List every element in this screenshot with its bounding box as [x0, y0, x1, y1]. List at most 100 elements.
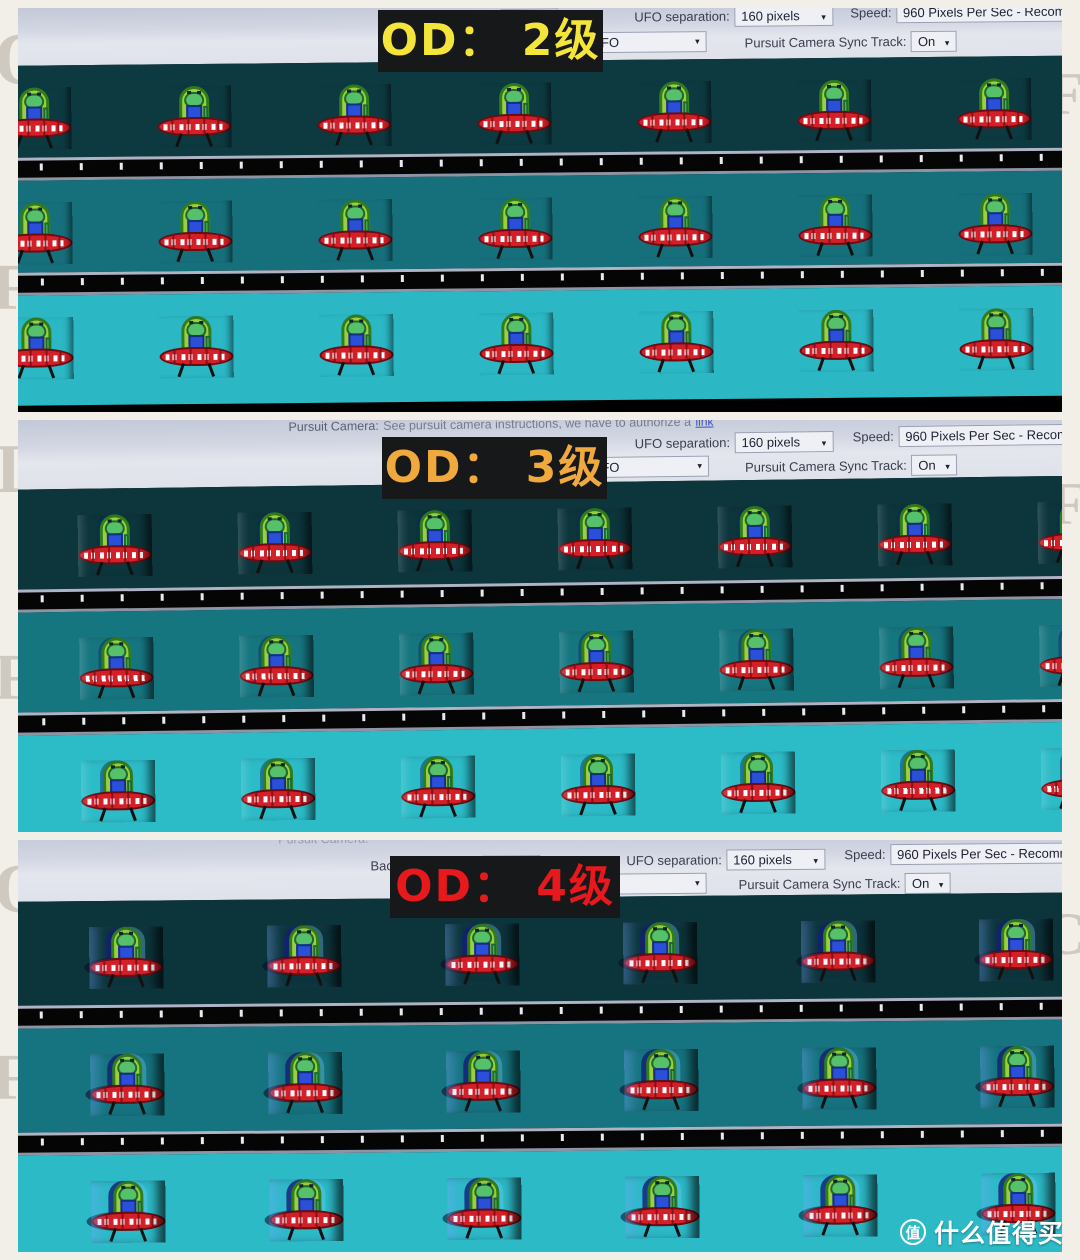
speed-select[interactable]: 960 Pixels Per Sec - Recommended: [895, 8, 1062, 24]
ufo-sprite: [557, 507, 633, 571]
ufo-sprite: [881, 749, 956, 812]
ufo-sprite: [89, 926, 164, 989]
pursuit-camera-label: Pursuit Camera:: [288, 420, 379, 435]
ufo-sprite: [637, 81, 712, 144]
ufo-sprite: [561, 753, 636, 817]
ufo-sprite: [625, 1175, 700, 1239]
ufo-sprite: [477, 82, 552, 146]
site-watermark: 值 什么值得买: [899, 1214, 1064, 1250]
ufo-separation-select[interactable]: 160 pixels ▾: [726, 848, 826, 871]
ufo-sprite: [399, 632, 474, 696]
ufo-sprite: [237, 512, 313, 575]
pursuit-camera-note: See pursuit camera instructions, we have…: [383, 420, 692, 433]
chevron-down-icon: ▾: [945, 461, 950, 472]
ufo-sprite: [798, 194, 873, 258]
ufo-sprite: [269, 1179, 344, 1242]
ufo-sprite: [18, 202, 73, 265]
ufo-sprite: [980, 1045, 1055, 1109]
chevron-down-icon: ▾: [944, 37, 950, 48]
sync-track-label: Pursuit Camera Sync Track:: [738, 875, 901, 893]
pursuit-camera-label: Pursuit Camera:: [278, 840, 368, 846]
panel-od2: Background Color: Cyan ▾ UFO separation:…: [18, 8, 1062, 412]
ufo-sprite: [18, 317, 74, 380]
ufo-sprite: [1039, 624, 1062, 687]
motion-band-medium-teal-od3: [18, 598, 1062, 713]
ufo-separation-select[interactable]: 160 pixels ▾: [734, 430, 834, 454]
ufo-sprite: [79, 637, 154, 700]
ufo-sprite: [623, 922, 698, 985]
ufo-sprite: [1037, 501, 1062, 564]
site-watermark-badge: 值: [899, 1219, 926, 1245]
ufo-sprite: [958, 193, 1033, 256]
ufo-sprite: [447, 1177, 522, 1240]
sync-track-label: Pursuit Camera Sync Track:: [744, 33, 907, 51]
panel-od4: Pursuit Camera: Background Color: Cyan ▾…: [18, 840, 1062, 1252]
ufo-sprite: [639, 311, 714, 374]
ufo-sprite: [959, 308, 1034, 371]
sync-track-select[interactable]: On ▾: [911, 454, 957, 476]
speed-label: Speed:: [844, 846, 886, 863]
sync-track-label: Pursuit Camera Sync Track:: [744, 457, 907, 475]
ufo-sprite: [721, 751, 796, 814]
od-level-label: OD： 4级: [395, 861, 615, 912]
ufo-sprite: [446, 1050, 521, 1113]
ufo-sprite: [479, 312, 554, 376]
ufo-sprite: [241, 758, 316, 821]
ufo-separation-label: UFO separation:: [634, 435, 731, 452]
speed-label: Speed:: [850, 8, 892, 21]
motion-band-medium-teal-od4: [18, 1019, 1062, 1133]
sync-track-select[interactable]: On ▾: [910, 30, 957, 53]
ufo-sprite: [801, 920, 876, 983]
ufo-sprite: [267, 925, 342, 988]
ufo-sprite: [719, 628, 794, 691]
sync-track-select[interactable]: On ▾: [904, 872, 951, 895]
ufo-sprite: [979, 918, 1054, 982]
site-watermark-text: 什么值得买: [933, 1219, 1064, 1248]
ufo-separation-label: UFO separation:: [634, 8, 730, 25]
chevron-down-icon: ▾: [695, 877, 700, 888]
od-level-label: OD： 3级: [384, 442, 605, 493]
ufo-sprite: [317, 84, 392, 147]
ufo-sprite: [445, 923, 520, 986]
speed-label: Speed:: [852, 428, 894, 445]
ufo-sprite: [157, 85, 232, 149]
ufo-sprite: [799, 309, 874, 373]
motion-band-bright-cyan-od2: [18, 285, 1062, 406]
ufo-sprite: [81, 760, 156, 823]
ufo-sprite: [397, 509, 473, 573]
ufo-sprite: [18, 87, 72, 150]
motion-band-bright-cyan-od3: [18, 721, 1062, 832]
ufo-sprite: [797, 79, 872, 143]
ufo-sprite: [559, 630, 634, 694]
ufo-sprite: [239, 635, 314, 698]
chevron-down-icon: ▾: [697, 460, 703, 471]
od-level-plate-od2: OD： 2级: [378, 10, 603, 72]
ufo-sprite: [401, 755, 476, 819]
ufo-sprite: [159, 315, 234, 379]
speed-select[interactable]: 960 Pixels Per Sec - Recommended: [898, 423, 1062, 448]
ufo-sprite: [319, 314, 394, 377]
ufo-sprite: [803, 1174, 878, 1237]
ufo-sprite: [1041, 747, 1062, 810]
ufo-sprite: [879, 626, 954, 689]
ufo-sprite: [624, 1049, 699, 1112]
od-level-plate-od3: OD： 3级: [382, 437, 607, 499]
ufo-sprite: [802, 1047, 877, 1110]
ufo-sprite: [638, 196, 713, 259]
motion-band-medium-teal-od2: [18, 170, 1062, 273]
ufo-sprite: [91, 1180, 166, 1243]
speed-select[interactable]: 960 Pixels Per Sec - Recommended: [889, 842, 1062, 866]
ufo-separation-label: UFO separation:: [626, 852, 722, 869]
od-level-plate-od4: OD： 4级: [390, 856, 620, 918]
ufo-sprite: [77, 514, 153, 577]
chevron-down-icon: ▾: [938, 879, 944, 890]
ufo-sprite: [957, 78, 1032, 141]
ufo-sprite: [268, 1052, 343, 1115]
ufo-separation-select[interactable]: 160 pixels ▾: [734, 8, 833, 27]
chevron-down-icon: ▾: [695, 36, 700, 47]
ufo-sprite: [318, 199, 393, 262]
ufo-sprite: [158, 200, 233, 264]
chevron-down-icon: ▾: [821, 11, 826, 23]
pursuit-camera-link[interactable]: link: [695, 420, 713, 429]
ufo-sprite: [717, 505, 793, 568]
